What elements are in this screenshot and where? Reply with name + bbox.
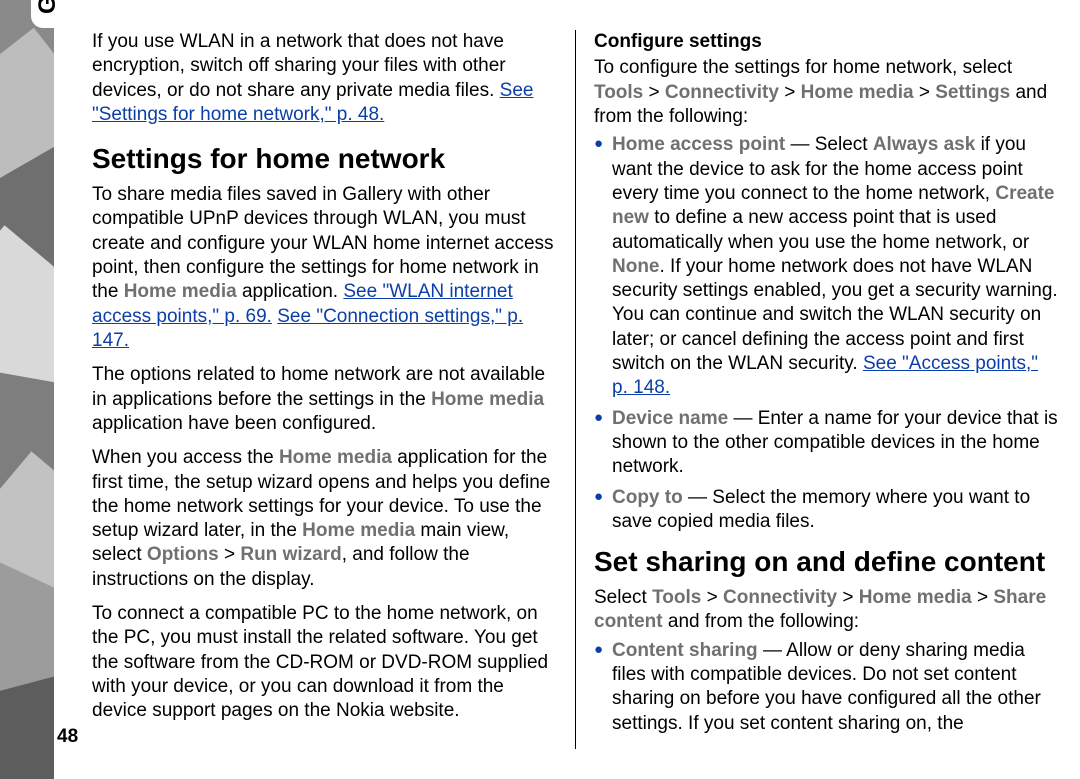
paragraph: To configure the settings for home netwo… — [594, 56, 1058, 129]
ui-label: Home media — [124, 281, 237, 302]
ui-label: Home media — [279, 447, 392, 468]
ui-label: Home media — [431, 389, 544, 410]
list-item: Device name — Enter a name for your devi… — [612, 407, 1058, 480]
ui-label: Tools — [594, 82, 643, 103]
ui-label: Home media — [859, 587, 972, 608]
heading-set-sharing: Set sharing on and define content — [594, 544, 1058, 580]
section-side-tab: Gallery — [31, 0, 64, 28]
paragraph: The options related to home network are … — [92, 363, 556, 436]
paragraph: To connect a compatible PC to the home n… — [92, 602, 556, 724]
ui-label: Connectivity — [665, 82, 779, 103]
ui-label: Copy to — [612, 487, 683, 508]
decorative-left-strip — [0, 0, 54, 779]
ui-label: Tools — [652, 587, 701, 608]
paragraph: If you use WLAN in a network that does n… — [92, 30, 556, 127]
section-name: Gallery — [34, 0, 61, 14]
ui-label: None — [612, 256, 660, 277]
ui-label: Content sharing — [612, 640, 758, 661]
ui-label: Run wizard — [240, 544, 341, 565]
ui-label: Home access point — [612, 134, 785, 155]
page-content: If you use WLAN in a network that does n… — [92, 30, 1058, 749]
ui-label: Options — [147, 544, 219, 565]
list-item: Home access point — Select Always ask if… — [612, 133, 1058, 400]
paragraph: Select Tools > Connectivity > Home media… — [594, 586, 1058, 635]
sharing-list: Content sharing — Allow or deny sharing … — [594, 639, 1058, 736]
list-item: Content sharing — Allow or deny sharing … — [612, 639, 1058, 736]
heading-configure-settings: Configure settings — [594, 30, 1058, 54]
ui-label: Always ask — [873, 134, 975, 155]
ui-label: Home media — [801, 82, 914, 103]
list-item: Copy to — Select the memory where you wa… — [612, 486, 1058, 535]
settings-list: Home access point — Select Always ask if… — [594, 133, 1058, 534]
paragraph: When you access the Home media applicati… — [92, 446, 556, 592]
ui-label: Home media — [302, 520, 415, 541]
heading-settings-home-network: Settings for home network — [92, 141, 556, 177]
ui-label: Connectivity — [723, 587, 837, 608]
page-number: 48 — [57, 725, 78, 749]
ui-label: Settings — [935, 82, 1010, 103]
paragraph: To share media files saved in Gallery wi… — [92, 183, 556, 353]
ui-label: Device name — [612, 408, 728, 429]
